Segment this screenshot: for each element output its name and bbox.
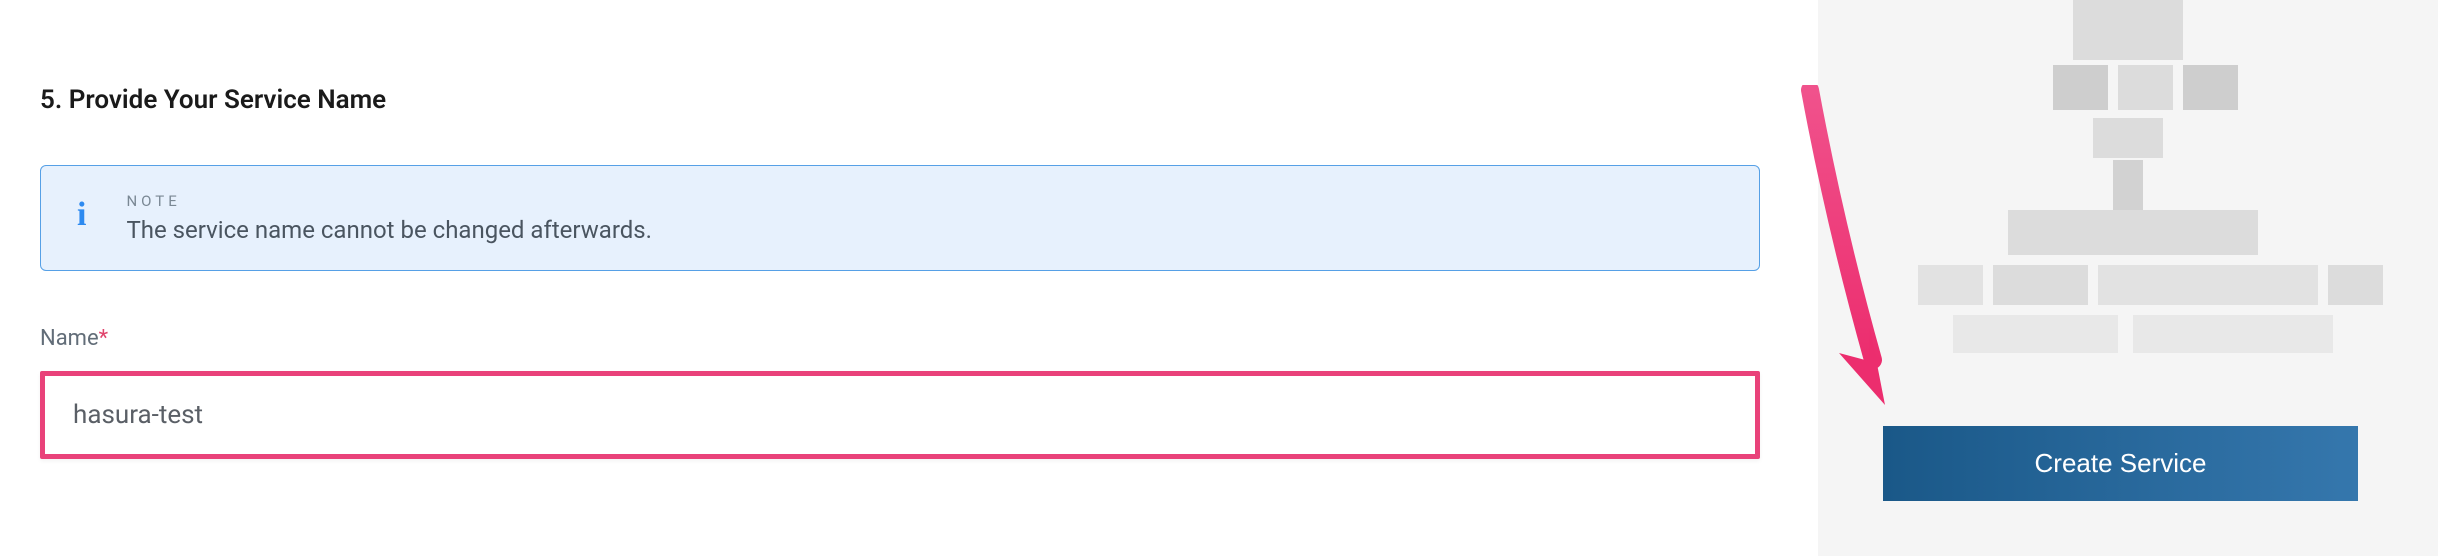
create-service-button-label: Create Service xyxy=(2035,448,2207,479)
note-label: NOTE xyxy=(126,192,652,210)
create-service-button[interactable]: Create Service xyxy=(1883,426,2358,501)
note-content: NOTE The service name cannot be changed … xyxy=(126,192,652,244)
name-field-label: Name xyxy=(40,326,99,351)
service-name-input[interactable] xyxy=(45,376,1755,454)
field-label-row: Name* xyxy=(40,326,1760,351)
service-name-form-section: 5. Provide Your Service Name i NOTE The … xyxy=(40,0,1760,459)
required-indicator: * xyxy=(99,326,108,351)
note-text: The service name cannot be changed after… xyxy=(126,216,652,244)
blurred-preview-image xyxy=(1843,0,2413,400)
name-input-highlight xyxy=(40,371,1760,459)
info-icon: i xyxy=(77,198,86,232)
step-heading: 5. Provide Your Service Name xyxy=(40,85,1760,115)
summary-panel: Create Service xyxy=(1818,0,2438,556)
note-box: i NOTE The service name cannot be change… xyxy=(40,165,1760,271)
